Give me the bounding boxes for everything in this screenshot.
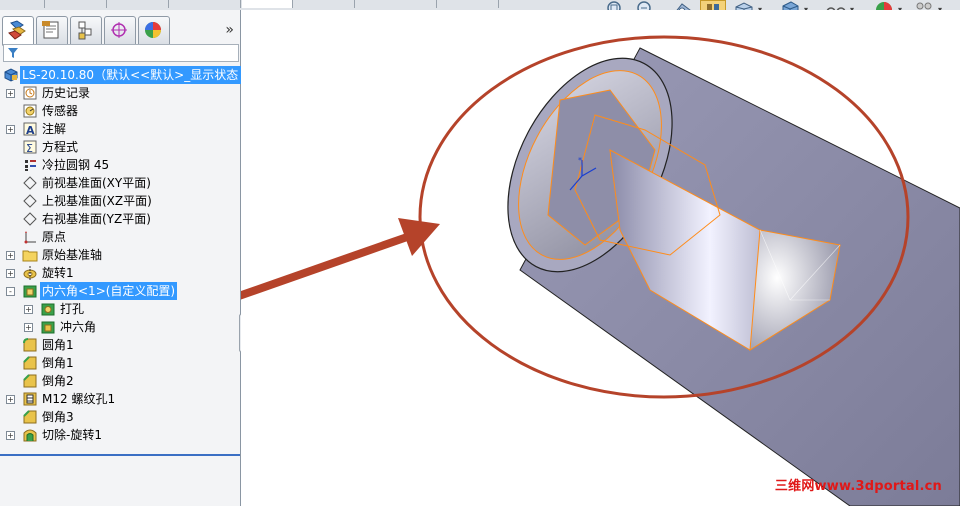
tree-item[interactable]: 圆角1 [0, 336, 240, 354]
expand-toggle[interactable]: + [6, 251, 15, 260]
tree-item-label: 倒角2 [42, 374, 74, 388]
tree-item-label: 倒角1 [42, 356, 74, 370]
tree-item[interactable]: 倒角2 [0, 372, 240, 390]
property-manager-tab[interactable] [36, 16, 68, 46]
tree-item[interactable]: + 历史记录 [0, 84, 240, 102]
tree-root-label: LS-20.10.80（默认<<默认>_显示状态 1 [20, 66, 252, 84]
tree-item-label: 传感器 [42, 104, 79, 118]
sensor-icon [22, 103, 38, 119]
tree-item[interactable]: 传感器 [0, 102, 240, 120]
expand-toggle[interactable]: + [24, 305, 33, 314]
command-tab[interactable] [170, 0, 241, 8]
origin-icon [22, 229, 38, 245]
watermark-text: 三维网www.3dportal.cn [774, 479, 942, 494]
rollback-bar[interactable] [0, 454, 240, 456]
tree-item-label: 右视基准面(YZ平面) [42, 212, 151, 226]
expand-toggle[interactable]: + [6, 89, 15, 98]
tree-item-selected[interactable]: - 内六角<1>(自定义配置) [0, 282, 240, 300]
tree-item-label: 切除-旋转1 [42, 428, 102, 442]
material-icon [22, 157, 38, 173]
manager-tabs: » [2, 16, 238, 46]
tree-item[interactable]: Σ 方程式 [0, 138, 240, 156]
plane-icon [22, 175, 38, 191]
command-tab[interactable] [46, 0, 107, 8]
feature-manager-tab[interactable] [2, 16, 34, 46]
plane-icon [22, 193, 38, 209]
command-tab[interactable] [0, 0, 45, 8]
tree-item[interactable]: 右视基准面(YZ平面) [0, 210, 240, 228]
tree-filter-field[interactable] [3, 44, 239, 62]
tree-item[interactable]: 前视基准面(XY平面) [0, 174, 240, 192]
feature-manager-panel: » LS-20.10.80（默认<<默认>_显示状态 1 + 历史记录 传感器 … [0, 10, 252, 506]
hole-feature-icon [40, 301, 56, 317]
collapse-panel-button[interactable]: » [225, 22, 234, 38]
collapse-toggle[interactable]: - [6, 287, 15, 296]
equation-icon: Σ [22, 139, 38, 155]
history-icon [22, 85, 38, 101]
part-icon [3, 67, 19, 83]
command-tab-active[interactable] [242, 0, 293, 8]
folder-icon [22, 247, 38, 263]
cut-revolve-icon [22, 427, 38, 443]
tree-item[interactable]: 倒角1 [0, 354, 240, 372]
expand-toggle[interactable]: + [24, 323, 33, 332]
svg-text:*: * [578, 156, 582, 165]
tree-item-label: 圆角1 [42, 338, 74, 352]
tree-item-label: M12 螺纹孔1 [42, 392, 116, 406]
dimxpert-manager-tab[interactable] [104, 16, 136, 46]
annotation-icon: A [22, 121, 38, 137]
tree-item-label: 方程式 [42, 140, 79, 154]
plane-icon [22, 211, 38, 227]
command-tab[interactable] [438, 0, 499, 8]
expand-toggle[interactable]: + [6, 269, 15, 278]
configuration-manager-tab[interactable] [70, 16, 102, 46]
tree-root[interactable]: LS-20.10.80（默认<<默认>_显示状态 1 [0, 66, 252, 84]
tree-item-label: 原始基准轴 [42, 248, 103, 262]
expand-toggle[interactable]: + [6, 395, 15, 404]
tree-subitem[interactable]: + 打孔 [0, 300, 240, 318]
tree-item-label: 注解 [42, 122, 67, 136]
tree-item-label: 上视基准面(XZ平面) [42, 194, 152, 208]
tree-subitem[interactable]: + 冲六角 [0, 318, 240, 336]
tree-item[interactable]: 倒角3 [0, 408, 240, 426]
model-view: * [241, 35, 960, 506]
tree-item[interactable]: 原点 [0, 228, 240, 246]
tree-item-label: 内六角<1>(自定义配置) [40, 282, 178, 300]
svg-text:A: A [26, 124, 35, 137]
command-tab[interactable] [108, 0, 169, 8]
graphics-area[interactable]: * 三维网www.3dportal.cn [241, 10, 960, 506]
tree-item[interactable]: + A 注解 [0, 120, 240, 138]
library-feature-icon [22, 283, 38, 299]
tree-item-label: 旋转1 [42, 266, 74, 280]
tree-item-label: 打孔 [60, 302, 85, 316]
tree-item[interactable]: 上视基准面(XZ平面) [0, 192, 240, 210]
tree-item-label: 冷拉圆钢 45 [42, 158, 110, 172]
command-tab[interactable] [294, 0, 355, 8]
command-tab[interactable] [356, 0, 437, 8]
tree-item-label: 倒角3 [42, 410, 74, 424]
tree-item[interactable]: + 切除-旋转1 [0, 426, 240, 444]
filter-icon [8, 48, 18, 58]
tree-item[interactable]: + M12 螺纹孔1 [0, 390, 240, 408]
tree-item[interactable]: + 原始基准轴 [0, 246, 240, 264]
tree-item-label: 原点 [42, 230, 67, 244]
cut-feature-icon [40, 319, 56, 335]
revolve-icon [22, 265, 38, 281]
tree-item-label: 冲六角 [60, 320, 97, 334]
fillet-icon [22, 337, 38, 353]
chamfer-icon [22, 409, 38, 425]
expand-toggle[interactable]: + [6, 431, 15, 440]
svg-text:Σ: Σ [26, 142, 33, 155]
display-manager-tab[interactable] [138, 16, 170, 46]
chamfer-icon [22, 373, 38, 389]
chamfer-icon [22, 355, 38, 371]
tree-item[interactable]: + 旋转1 [0, 264, 240, 282]
hole-wizard-icon [22, 391, 38, 407]
tree-item-label: 历史记录 [42, 86, 91, 100]
tree-item-label: 前视基准面(XY平面) [42, 176, 151, 190]
tree-item[interactable]: 冷拉圆钢 45 [0, 156, 240, 174]
expand-toggle[interactable]: + [6, 125, 15, 134]
